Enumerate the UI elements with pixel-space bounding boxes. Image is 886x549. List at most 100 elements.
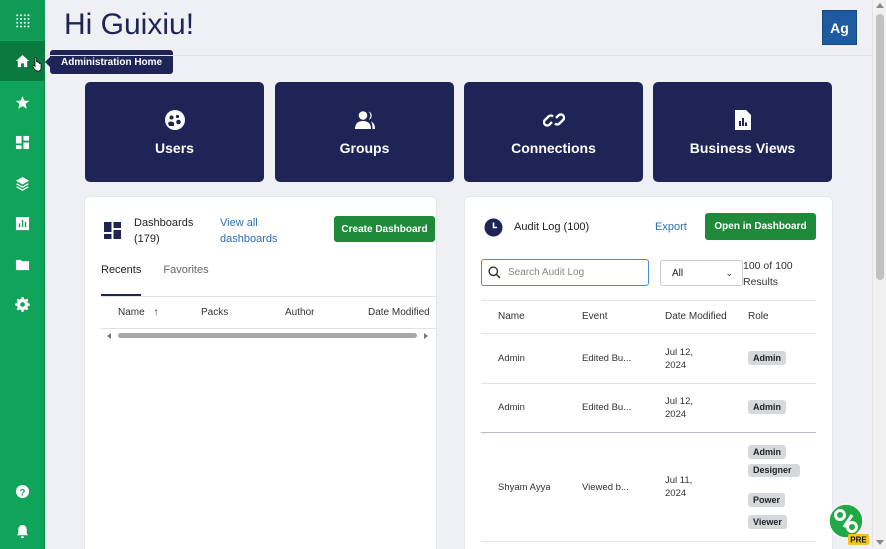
sidebar-item-dashboards[interactable] [0,122,45,162]
results-count: 100 of 100 Results [743,258,803,290]
column-header-author[interactable]: Author [285,307,314,318]
row-date-line2: 2024 [665,488,687,499]
sidebar-item-layers[interactable] [0,163,45,203]
connections-tile-label: Connections [511,139,596,156]
results-count-line2: Results [743,276,779,288]
search-input[interactable] [508,264,644,281]
column-header-role[interactable]: Role [748,311,769,322]
folder-icon [15,259,30,270]
dashboards-card: Dashboards (179) View all dashboards Cre… [85,197,436,549]
sidebar: ? [0,0,45,549]
tooltip: Administration Home [44,50,174,74]
audit-log-card: Audit Log (100) Export Open in Dashboard… [465,197,832,549]
column-header-date-modified[interactable]: Date Modified [665,311,733,322]
star-icon [15,95,30,109]
scroll-thumb[interactable] [876,14,884,280]
dashboard-icon [104,222,121,239]
search-icon [488,266,501,279]
row-name: Shyam Ayyar [498,482,550,493]
row-name: Admin [498,402,525,413]
page-scrollbar[interactable] [872,0,886,549]
dashboards-tabs: Recents Favorites [101,264,209,296]
role-badge: Viewer [748,515,787,529]
search-field[interactable] [481,259,649,286]
pre-release-logo-icon[interactable]: PRE [828,503,870,545]
results-count-line1: 100 of 100 [743,260,793,272]
sidebar-item-files[interactable] [0,244,45,284]
create-dashboard-button[interactable]: Create Dashboard [334,216,435,242]
view-all-dashboards-link[interactable]: View all dashboards [220,215,300,247]
clock-icon [484,218,503,237]
row-date-line1: Jul 12, [665,396,693,407]
tab-recents[interactable]: Recents [101,264,142,296]
export-link[interactable]: Export [655,221,687,233]
row-divider [481,333,816,334]
column-header-packs[interactable]: Packs [201,307,228,318]
role-badge: Power [748,493,786,507]
row-date: Jul 12, 2024 [665,395,693,421]
scroll-down-icon[interactable] [876,540,884,545]
row-date-line1: Jul 12, [665,347,693,358]
horizontal-scrollbar[interactable] [105,332,430,339]
business-views-tile-label: Business Views [689,139,796,156]
users-tile[interactable]: Users [85,82,264,182]
apps-grid-icon[interactable] [0,0,45,40]
open-in-dashboard-button[interactable]: Open in Dashboard [705,213,816,240]
scroll-up-icon[interactable] [876,3,884,8]
business-views-tile[interactable]: Business Views [653,82,832,182]
svg-text:?: ? [20,487,26,497]
page-title: Hi Guixiu! [64,8,195,41]
sidebar-item-notifications[interactable] [0,511,45,549]
filter-select-value: All [672,267,684,279]
row-event: Edited Bu... [582,353,632,364]
users-tile-label: Users [155,139,194,156]
connections-tile[interactable]: Connections [464,82,643,182]
header-divider [481,300,816,301]
column-header-name[interactable]: Name ↑ [118,307,158,318]
column-header-name[interactable]: Name [498,311,525,322]
row-date-line2: 2024 [665,409,687,420]
dashboards-title: Dashboards (179) [134,215,214,247]
row-date: Jul 12, 2024 [665,346,693,372]
header-divider [101,328,436,329]
role-badge: Admin [748,351,786,365]
groups-tile-label: Groups [339,139,390,156]
scroll-thumb[interactable] [118,333,417,338]
filter-select[interactable]: All ⌄ [660,260,743,286]
view-all-line2: dashboards [220,233,278,245]
report-icon [734,109,751,130]
role-badge: Designer [748,464,800,477]
sidebar-item-help[interactable]: ? [0,471,45,511]
header-divider [46,55,872,56]
groups-tile[interactable]: Groups [275,82,454,182]
sidebar-item-settings[interactable] [0,284,45,324]
users-icon [164,109,185,130]
row-divider [481,383,816,384]
sidebar-item-favorites[interactable] [0,82,45,122]
sort-up-icon: ↑ [153,307,159,318]
help-icon: ? [15,484,30,498]
role-badge: Admin [748,445,786,459]
tab-favorites[interactable]: Favorites [163,264,208,296]
row-divider [481,541,816,542]
row-date: Jul 11, 2024 [665,474,692,500]
sidebar-item-reports[interactable] [0,203,45,243]
row-event: Viewed b... [582,482,629,493]
row-date-line2: 2024 [665,360,687,371]
row-name: Admin [498,353,525,364]
scroll-right-icon[interactable] [424,333,428,339]
bell-icon [16,524,29,538]
view-all-line1: View all [220,217,258,229]
scroll-left-icon[interactable] [107,333,111,339]
dashboards-count: (179) [134,233,160,245]
pre-badge-text: PRE [850,536,867,545]
dashboards-title-text: Dashboards [134,217,194,229]
column-header-date-modified[interactable]: Date Modified [368,307,436,318]
avatar[interactable]: Ag [822,10,857,45]
row-event: Edited Bu... [582,402,632,413]
row-date-line1: Jul 11, [665,475,693,486]
role-badge: Admin [748,400,786,414]
column-header-event[interactable]: Event [582,311,608,322]
chevron-down-icon: ⌄ [725,267,733,278]
tabs-divider [101,296,436,297]
